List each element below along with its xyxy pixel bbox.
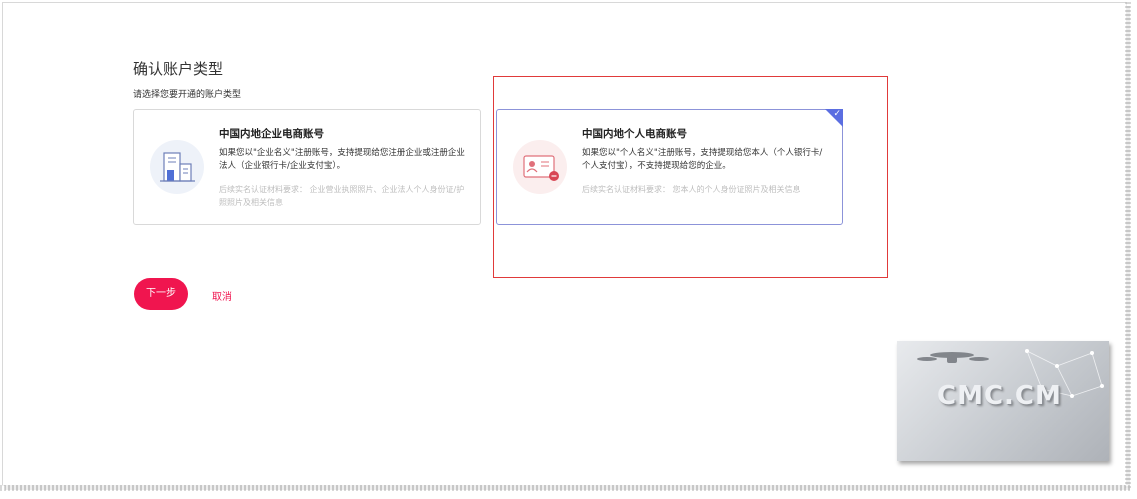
watermark-image: CMC.CM [897,341,1109,461]
building-icon [150,140,204,194]
page-subtitle: 请选择您要开通的账户类型 [133,90,242,100]
torn-edge-bottom [0,485,1130,491]
cancel-link[interactable]: 取消 [212,288,232,303]
enterprise-card-requirements: 后续实名认证材料要求： 企业营业执照照片、企业法人个人身份证/护照照片及相关信息 [219,185,465,207]
enterprise-card-title: 中国内地企业电商账号 [219,128,324,140]
page-title: 确认账户类型 [133,60,224,78]
next-step-button[interactable]: 下一步 [134,278,188,310]
torn-edge-right [1125,0,1131,488]
enterprise-account-card[interactable]: 中国内地企业电商账号 如果您以"企业名义"注册账号，支持提现给您注册企业或注册企… [133,109,481,225]
watermark-text: CMC.CM [937,381,1062,411]
enterprise-card-description: 如果您以"企业名义"注册账号，支持提现给您注册企业或注册企业法人（企业银行卡/企… [219,148,465,171]
annotation-highlight-box [493,76,888,278]
